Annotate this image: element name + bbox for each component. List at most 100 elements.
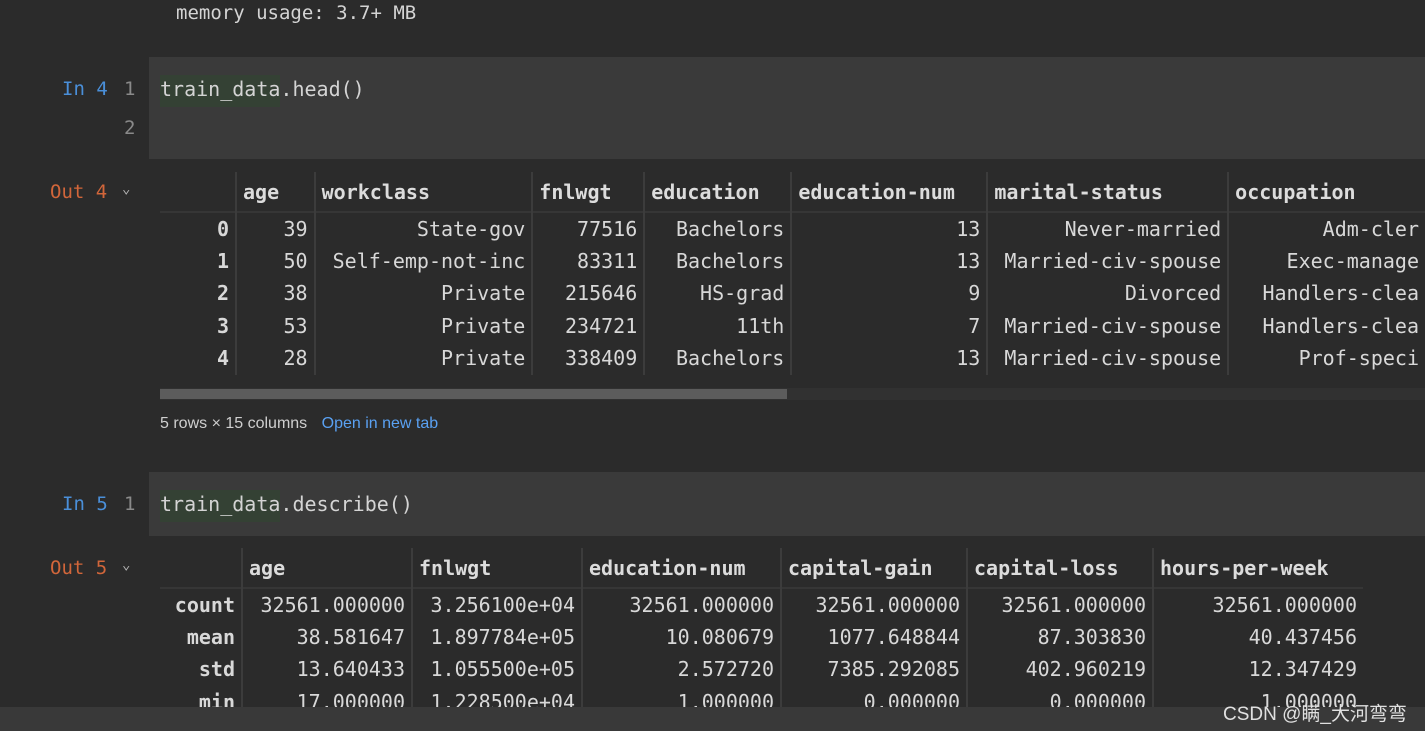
previous-output-text: memory usage: 3.7+ MB (176, 2, 417, 24)
column-header[interactable]: marital-status (986, 172, 1229, 212)
line-number: 1 (124, 78, 136, 100)
table-cell: 402.960219 (966, 653, 1153, 686)
dataframe-info: 5 rows × 15 columns Open in new tab (160, 415, 438, 433)
describe-dataframe: age fnlwgt education-num capital-gain ca… (160, 548, 1425, 707)
table-cell: Exec-manage (1227, 244, 1425, 277)
table-cell: Adm-cler (1227, 212, 1425, 245)
dataframe-table: age fnlwgt education-num capital-gain ca… (160, 548, 1363, 707)
column-header[interactable]: education-num (790, 172, 988, 212)
table-cell: Married-civ-spouse (986, 342, 1229, 375)
column-header[interactable]: fnlwgt (531, 172, 645, 212)
table-header-row: age workclass fnlwgt education education… (160, 172, 1425, 212)
in-prompt-4: In 4 (62, 78, 108, 100)
table-cell: 9 (790, 277, 988, 310)
table-cell: 53 (234, 309, 315, 342)
row-index: count (174, 592, 235, 617)
row-index: mean (186, 624, 235, 649)
head-dataframe: age workclass fnlwgt education education… (160, 172, 1425, 375)
table-cell: 32561.000000 (581, 588, 781, 621)
table-cell: 39 (234, 212, 315, 245)
table-cell: Bachelors (643, 342, 792, 375)
table-cell: 32561.000000 (780, 588, 967, 621)
code-line[interactable]: train_data.head() (160, 75, 365, 107)
code-cell-4[interactable] (149, 57, 1425, 159)
column-header[interactable]: workclass (313, 172, 533, 212)
table-cell: 12.347429 (1152, 653, 1363, 686)
table-row: 4 28 Private 338409 Bachelors 13 Married… (160, 342, 1425, 375)
table-cell: Divorced (986, 277, 1229, 310)
row-index: 2 (216, 281, 229, 306)
column-header[interactable]: capital-gain (780, 548, 967, 588)
column-header[interactable]: education-num (581, 548, 781, 588)
collapse-chevron-icon[interactable]: ⌄ (122, 557, 130, 573)
table-cell: 13.640433 (241, 653, 412, 686)
in-prompt-5: In 5 (62, 493, 108, 515)
table-cell: 1.055500e+05 (411, 653, 582, 686)
table-cell: 1.000000 (581, 685, 781, 707)
column-header[interactable]: occupation (1227, 172, 1425, 212)
column-header[interactable]: fnlwgt (411, 548, 582, 588)
row-index: std (198, 657, 235, 682)
column-header[interactable]: hours-per-week (1152, 548, 1363, 588)
table-cell: 1.897784e+05 (411, 620, 582, 653)
table-row: 0 39 State-gov 77516 Bachelors 13 Never-… (160, 212, 1425, 245)
line-number: 1 (124, 493, 136, 515)
table-cell: 13 (790, 342, 988, 375)
collapse-chevron-icon[interactable]: ⌄ (122, 181, 130, 197)
row-index: 4 (216, 346, 229, 371)
horizontal-scrollbar-thumb[interactable] (160, 389, 787, 399)
row-index: min (198, 689, 235, 707)
open-in-new-tab-link[interactable]: Open in new tab (322, 415, 439, 432)
table-cell: 1.228500e+04 (411, 685, 582, 707)
table-cell: 40.437456 (1152, 620, 1363, 653)
table-cell: Bachelors (643, 212, 792, 245)
watermark-text: CSDN @瞒_大河弯弯 (1223, 704, 1407, 725)
table-row: 2 38 Private 215646 HS-grad 9 Divorced H… (160, 277, 1425, 310)
column-header[interactable]: age (234, 172, 315, 212)
table-cell: Self-emp-not-inc (313, 244, 533, 277)
rows-columns-count: 5 rows × 15 columns (160, 415, 308, 432)
table-cell: Married-civ-spouse (986, 309, 1229, 342)
table-row: 3 53 Private 234721 11th 7 Married-civ-s… (160, 309, 1425, 342)
line-number: 2 (124, 117, 136, 139)
table-cell: 2.572720 (581, 653, 781, 686)
table-cell: 32561.000000 (241, 588, 412, 621)
table-cell: 32561.000000 (966, 588, 1153, 621)
table-header-row: age fnlwgt education-num capital-gain ca… (160, 548, 1363, 588)
table-cell: 0.000000 (780, 685, 967, 707)
row-index: 3 (216, 313, 229, 338)
column-header[interactable]: education (643, 172, 792, 212)
table-cell: 7385.292085 (780, 653, 967, 686)
table-cell: Handlers-clea (1227, 277, 1425, 310)
table-cell: 87.303830 (966, 620, 1153, 653)
index-header (160, 548, 242, 588)
table-cell: Never-married (986, 212, 1229, 245)
code-method: .head() (280, 77, 365, 101)
code-line[interactable]: train_data.describe() (160, 490, 413, 522)
table-row: 1 50 Self-emp-not-inc 83311 Bachelors 13… (160, 244, 1425, 277)
table-cell: 7 (790, 309, 988, 342)
bottom-bar (0, 707, 1425, 731)
table-cell: 234721 (531, 309, 645, 342)
table-cell: Married-civ-spouse (986, 244, 1229, 277)
table-row: min 17.000000 1.228500e+04 1.000000 0.00… (160, 685, 1363, 707)
table-cell: 17.000000 (241, 685, 412, 707)
row-index: 1 (216, 248, 229, 273)
table-cell: 0.000000 (966, 685, 1153, 707)
column-header[interactable]: capital-loss (966, 548, 1153, 588)
table-cell: 38.581647 (241, 620, 412, 653)
index-header (160, 172, 236, 212)
code-variable: train_data (160, 75, 281, 107)
table-cell: Private (313, 342, 533, 375)
dataframe-table: age workclass fnlwgt education education… (160, 172, 1425, 375)
table-cell: 13 (790, 244, 988, 277)
table-cell: Handlers-clea (1227, 309, 1425, 342)
table-row: std 13.640433 1.055500e+05 2.572720 7385… (160, 653, 1363, 686)
table-cell: 1077.648844 (780, 620, 967, 653)
table-cell: 215646 (531, 277, 645, 310)
table-cell: 83311 (531, 244, 645, 277)
table-cell: 13 (790, 212, 988, 245)
column-header[interactable]: age (241, 548, 412, 588)
table-row: count 32561.000000 3.256100e+04 32561.00… (160, 588, 1363, 621)
table-cell: 11th (643, 309, 792, 342)
